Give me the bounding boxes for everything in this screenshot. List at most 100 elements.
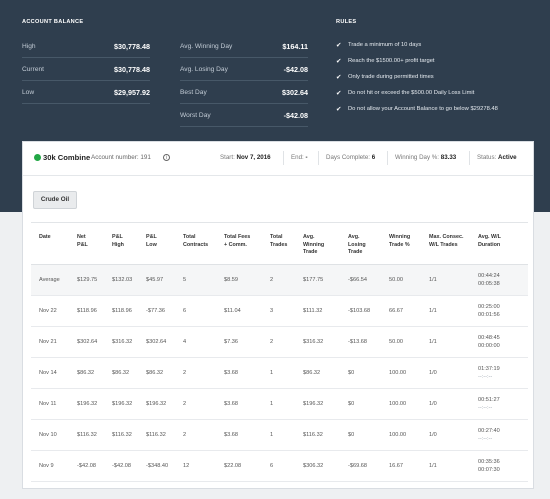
table-cell: $0	[348, 401, 355, 407]
column-header: Winning Trade %	[389, 234, 411, 248]
table-cell: Nov 11	[39, 401, 57, 407]
table-cell: $196.32	[112, 401, 133, 407]
table-cell: 6	[270, 463, 274, 469]
stat-value: -$42.08	[283, 64, 308, 74]
checkmark-icon: ✔	[336, 58, 342, 65]
balance-label: High	[22, 42, 36, 50]
rule-item: ✔ Do not hit or exceed the $500.00 Daily…	[336, 85, 474, 101]
table-cell: 2	[183, 432, 187, 438]
table-cell: Nov 9	[39, 463, 54, 469]
table-cell: 100.00	[389, 401, 407, 407]
table-cell: 2	[270, 339, 274, 345]
stat-value: -$42.08	[283, 110, 308, 120]
table-cell: $86.32	[146, 370, 164, 376]
table-cell: $111.32	[303, 308, 323, 314]
table-cell: $0	[348, 432, 355, 438]
column-header: P&L Low	[146, 234, 157, 248]
stat-row-best-day: Best Day $302.64	[180, 81, 308, 104]
stat-value: $164.11	[282, 41, 308, 51]
stat-row-worst-day: Worst Day -$42.08	[180, 104, 308, 127]
table-cell: $116.32	[112, 432, 132, 438]
info-icon[interactable]: i	[163, 154, 170, 161]
table-cell: $0	[348, 370, 355, 376]
table-cell: $11.04	[224, 308, 241, 314]
stat-value: $302.64	[282, 87, 308, 97]
column-header: Total Fees + Comm.	[224, 234, 251, 248]
status-dot	[34, 154, 41, 161]
rule-item: ✔ Reach the $1500.00+ profit target	[336, 53, 435, 69]
table-cell: 1/1	[429, 277, 437, 283]
rule-text: Do not allow your Account Balance to go …	[348, 106, 498, 112]
rule-text: Do not hit or exceed the $500.00 Daily L…	[348, 90, 475, 96]
table-cell: -$103.68	[348, 308, 371, 314]
divider	[283, 151, 284, 165]
table-cell: $196.32	[146, 401, 167, 407]
table-cell: 1/1	[429, 463, 437, 469]
table-cell: 1/0	[429, 370, 437, 376]
days-complete: Days Complete: 6	[326, 154, 376, 161]
table-cell: $116.32	[77, 432, 97, 438]
divider	[318, 151, 319, 165]
table-cell: 3	[270, 308, 274, 314]
table-cell: 1/0	[429, 401, 437, 407]
table-cell: 00:51:27 --:--:--	[478, 397, 500, 411]
table-cell: 00:35:36 00:07:30	[478, 459, 500, 473]
table-cell: $3.68	[224, 370, 238, 376]
balance-row-high: High $30,778.48	[22, 35, 150, 58]
table-cell: -$348.40	[146, 463, 169, 469]
rule-text: Reach the $1500.00+ profit target	[348, 58, 435, 64]
combine-panel-header: 30k Combine Account number: 191 i Start:…	[23, 142, 533, 176]
table-cell: 5	[183, 277, 187, 283]
checkmark-icon: ✔	[336, 74, 342, 81]
column-header: Date	[39, 234, 51, 240]
table-cell: $316.32	[303, 339, 324, 345]
table-cell: $177.75	[303, 277, 324, 283]
start-date: Start: Nov 7, 2016	[220, 154, 271, 161]
rule-text: Trade a minimum of 10 days	[348, 42, 422, 48]
table-cell: $3.68	[224, 432, 238, 438]
crude-oil-tab[interactable]: Crude Oil	[33, 191, 77, 209]
checkmark-icon: ✔	[336, 42, 342, 49]
table-cell: $116.32	[146, 432, 166, 438]
table-cell: $306.32	[303, 463, 324, 469]
table-cell: 6	[183, 308, 187, 314]
table-cell: $132.03	[112, 277, 133, 283]
table-cell: Nov 22	[39, 308, 57, 314]
stat-label: Worst Day	[180, 111, 211, 119]
rules-title: RULES	[336, 19, 357, 25]
account-number: Account number: 191	[91, 154, 151, 161]
column-header: P&L High	[112, 234, 124, 248]
table-cell: 12	[183, 463, 190, 469]
table-row-average: Average $129.75 $132.03 $45.97 5 $8.59 2 $177.7…	[31, 265, 528, 296]
checkmark-icon: ✔	[336, 90, 342, 97]
table-cell: 1	[270, 432, 274, 438]
table-cell: -$77.36	[146, 308, 165, 314]
table-cell: 01:37:19 --:--:--	[478, 366, 500, 380]
table-header: Date Net P&L P&L High P&L Low Total Contracts Tot…	[31, 223, 528, 265]
table-cell: 00:48:45 00:00:00	[478, 335, 500, 349]
table-cell: $86.32	[112, 370, 130, 376]
table-cell: 66.67	[389, 308, 403, 314]
table-cell: 00:44:24 00:05:38	[478, 273, 500, 287]
table-cell: 2	[183, 401, 187, 407]
balance-value: $29,957.92	[114, 87, 150, 97]
table-cell: $86.32	[303, 370, 321, 376]
rule-item: ✔ Trade a minimum of 10 days	[336, 37, 421, 53]
balance-value: $30,778.48	[114, 41, 150, 51]
column-header: Total Trades	[270, 234, 288, 248]
table-cell: 2	[270, 277, 274, 283]
combine-name: 30k Combine	[43, 153, 91, 162]
table-cell: 50.00	[389, 339, 403, 345]
divider	[469, 151, 470, 165]
table-cell: 1/1	[429, 308, 437, 314]
table-cell: $7.36	[224, 339, 238, 345]
stat-label: Avg. Losing Day	[180, 65, 228, 73]
balance-row-low: Low $29,957.92	[22, 81, 150, 104]
rule-item: ✔ Only trade during permitted times	[336, 69, 434, 85]
table-cell: 1/1	[429, 339, 437, 345]
rule-item: ✔ Do not allow your Account Balance to g…	[336, 101, 498, 117]
divider	[387, 151, 388, 165]
table-cell: 1/0	[429, 432, 437, 438]
table-row: Nov 22 $118.96 $118.96 -$77.36 6 $11.04 3 $111.…	[31, 296, 528, 327]
table-cell: 1	[270, 401, 274, 407]
